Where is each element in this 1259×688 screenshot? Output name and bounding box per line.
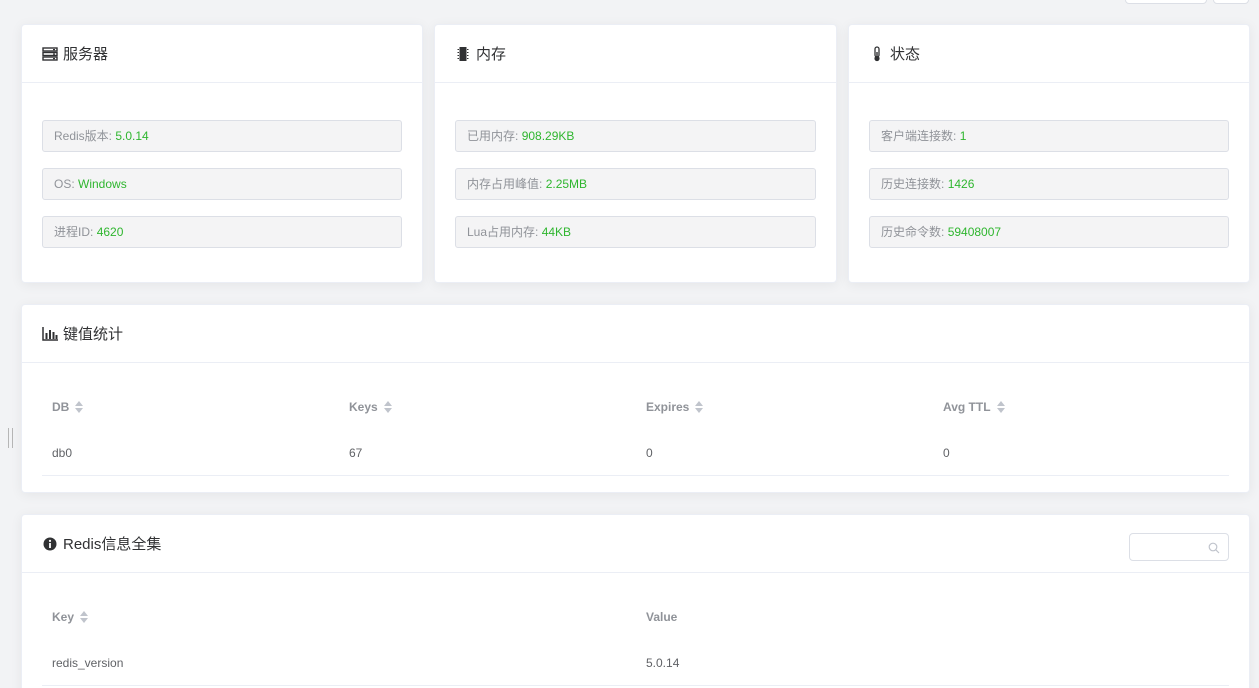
peak-memory-value: 2.25MB: [545, 177, 588, 191]
sort-caret-icon[interactable]: [80, 611, 89, 623]
process-id-value: 4620: [96, 225, 124, 239]
client-connections-value: 1: [959, 129, 967, 143]
cell-key: redis_version: [52, 655, 124, 670]
column-header-expires[interactable]: Expires: [636, 400, 933, 414]
column-header-key-label: Key: [52, 610, 75, 624]
cell-avg-ttl: 0: [943, 445, 950, 460]
info-circle-icon: [42, 536, 58, 552]
redis-info-card-header: Redis信息全集: [22, 515, 1249, 573]
used-memory-label: 已用内存:: [467, 129, 519, 143]
thermometer-icon: [869, 45, 885, 62]
total-commands-field: 历史命令数: 59408007: [869, 216, 1229, 248]
sort-caret-icon[interactable]: [75, 401, 84, 413]
info-search-input[interactable]: [1136, 534, 1211, 560]
used-memory-value: 908.29KB: [521, 129, 575, 143]
cell-db: db0: [52, 445, 73, 460]
top-toggle-stub[interactable]: [1213, 0, 1249, 4]
memory-card-title: 内存: [476, 46, 507, 63]
total-connections-field: 历史连接数: 1426: [869, 168, 1229, 200]
total-connections-label: 历史连接数:: [881, 177, 945, 191]
peak-memory-label: 内存占用峰值:: [467, 177, 543, 191]
total-commands-label: 历史命令数:: [881, 225, 945, 239]
used-memory-field: 已用内存: 908.29KB: [455, 120, 816, 152]
column-header-avg-ttl[interactable]: Avg TTL: [933, 400, 1229, 414]
client-connections-label: 客户端连接数:: [881, 129, 957, 143]
memory-card-header: 内存: [435, 25, 836, 83]
status-card-title: 状态: [890, 46, 921, 63]
column-header-value-label: Value: [646, 610, 678, 624]
total-connections-value: 1426: [947, 177, 975, 191]
top-button-stub[interactable]: [1125, 0, 1207, 4]
cell-value: 5.0.14: [646, 655, 680, 670]
bar-chart-icon: [42, 326, 58, 342]
redis-info-card: Redis信息全集 Key Value redis_version 5.0.14: [21, 514, 1250, 688]
column-header-keys-label: Keys: [349, 400, 378, 414]
key-stats-table-header: DB Keys Expires Avg TTL: [42, 384, 1229, 430]
sort-caret-icon[interactable]: [695, 401, 704, 413]
sort-caret-icon[interactable]: [996, 401, 1005, 413]
total-commands-value: 59408007: [947, 225, 1002, 239]
memory-card: 内存 已用内存: 908.29KB 内存占用峰值: 2.25MB Lua占用内存…: [434, 24, 837, 283]
column-header-avg-ttl-label: Avg TTL: [943, 400, 991, 414]
redis-version-label: Redis版本:: [54, 129, 113, 143]
table-row: redis_version 5.0.14: [42, 640, 1229, 686]
info-search-box[interactable]: [1129, 533, 1229, 561]
status-card: 状态 客户端连接数: 1 历史连接数: 1426 历史命令数: 59408007: [848, 24, 1250, 283]
status-card-header: 状态: [849, 25, 1249, 83]
process-id-label: 进程ID:: [54, 225, 94, 239]
lua-memory-label: Lua占用内存:: [467, 225, 539, 239]
column-header-expires-label: Expires: [646, 400, 690, 414]
table-row: db0 67 0 0: [42, 430, 1229, 476]
column-header-value: Value: [636, 610, 1229, 624]
redis-version-field: Redis版本: 5.0.14: [42, 120, 402, 152]
column-header-keys[interactable]: Keys: [339, 400, 636, 414]
client-connections-field: 客户端连接数: 1: [869, 120, 1229, 152]
redis-version-value: 5.0.14: [115, 129, 149, 143]
cell-expires: 0: [646, 445, 653, 460]
cell-keys: 67: [349, 445, 363, 460]
server-card: 服务器 Redis版本: 5.0.14 OS: Windows 进程ID: 46…: [21, 24, 423, 283]
process-id-field: 进程ID: 4620: [42, 216, 402, 248]
redis-info-card-title: Redis信息全集: [63, 536, 162, 553]
sort-caret-icon[interactable]: [383, 401, 392, 413]
key-stats-card: 键值统计 DB Keys Expires Avg TTL db0 67 0 0: [21, 304, 1250, 493]
key-stats-card-header: 键值统计: [22, 305, 1249, 363]
os-field: OS: Windows: [42, 168, 402, 200]
memory-chip-icon: [455, 46, 471, 62]
lua-memory-field: Lua占用内存: 44KB: [455, 216, 816, 248]
lua-memory-value: 44KB: [541, 225, 572, 239]
column-header-db-label: DB: [52, 400, 70, 414]
key-stats-card-title: 键值统计: [63, 326, 124, 343]
panel-resize-handle[interactable]: [8, 428, 13, 448]
os-value: Windows: [78, 177, 127, 191]
column-header-key[interactable]: Key: [42, 610, 636, 624]
server-card-title: 服务器: [63, 46, 109, 63]
redis-info-table-header: Key Value: [42, 594, 1229, 640]
os-label: OS:: [54, 177, 75, 191]
peak-memory-field: 内存占用峰值: 2.25MB: [455, 168, 816, 200]
server-card-header: 服务器: [22, 25, 422, 83]
search-icon[interactable]: [1208, 541, 1220, 558]
column-header-db[interactable]: DB: [42, 400, 339, 414]
server-icon: [42, 46, 58, 62]
